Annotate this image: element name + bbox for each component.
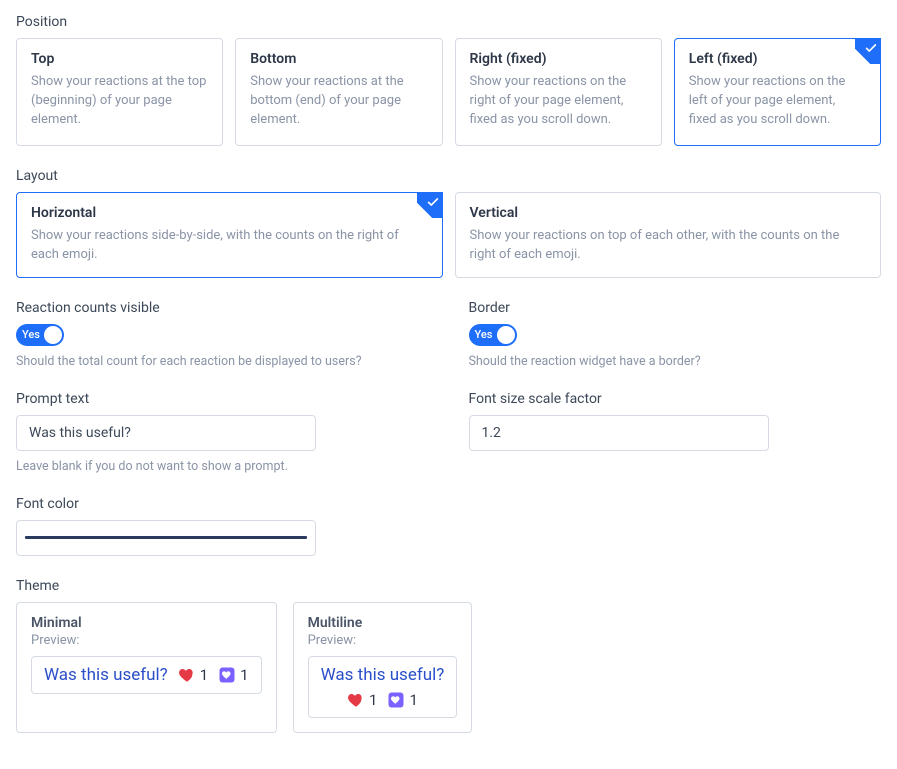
toggle-value-label: Yes bbox=[475, 329, 493, 340]
option-desc: Show your reactions at the bottom (end) … bbox=[250, 73, 427, 130]
theme-section: Theme Minimal Preview: Was this useful? … bbox=[16, 578, 881, 733]
font-color-swatch bbox=[25, 536, 307, 539]
reaction-count: 1 bbox=[409, 691, 417, 709]
layout-option-horizontal[interactable]: Horizontal Show your reactions side-by-s… bbox=[16, 192, 443, 278]
prompt-text-help: Leave blank if you do not want to show a… bbox=[16, 459, 429, 474]
heart-outline-icon bbox=[387, 691, 405, 709]
reaction-heart: 1 bbox=[178, 666, 208, 684]
position-section: Position Top Show your reactions at the … bbox=[16, 14, 881, 146]
option-title: Top bbox=[31, 51, 208, 67]
layout-section: Layout Horizontal Show your reactions si… bbox=[16, 168, 881, 278]
option-title: Vertical bbox=[470, 205, 867, 221]
toggle-value-label: Yes bbox=[22, 329, 40, 340]
prompt-text-input[interactable] bbox=[16, 415, 316, 451]
heart-outline-icon bbox=[218, 666, 236, 684]
reaction-count: 1 bbox=[200, 666, 208, 684]
option-desc: Show your reactions on top of each other… bbox=[470, 227, 867, 265]
theme-options: Minimal Preview: Was this useful? 1 1 Mu… bbox=[16, 602, 881, 733]
theme-title: Multiline bbox=[308, 615, 458, 631]
option-desc: Show your reactions on the left of your … bbox=[689, 73, 866, 130]
counts-visible-help: Should the total count for each reaction… bbox=[16, 354, 429, 369]
option-title: Horizontal bbox=[31, 205, 428, 221]
toggle-knob bbox=[497, 326, 515, 344]
theme-option-multiline[interactable]: Multiline Preview: Was this useful? 1 1 bbox=[293, 602, 473, 733]
position-option-bottom[interactable]: Bottom Show your reactions at the bottom… bbox=[235, 38, 442, 146]
reaction-count: 1 bbox=[240, 666, 248, 684]
theme-preview-label: Preview: bbox=[31, 633, 262, 648]
theme-preview: Was this useful? 1 1 bbox=[308, 656, 458, 718]
reaction-heart: 1 bbox=[347, 691, 377, 709]
heart-filled-icon bbox=[347, 691, 365, 709]
option-desc: Show your reactions at the top (beginnin… bbox=[31, 73, 208, 130]
toggles-row: Reaction counts visible Yes Should the t… bbox=[16, 300, 881, 369]
position-options: Top Show your reactions at the top (begi… bbox=[16, 38, 881, 146]
font-size-input[interactable] bbox=[469, 415, 769, 451]
preview-prompt: Was this useful? bbox=[44, 665, 168, 685]
layout-label: Layout bbox=[16, 168, 881, 184]
font-size-label: Font size scale factor bbox=[469, 391, 882, 407]
position-option-top[interactable]: Top Show your reactions at the top (begi… bbox=[16, 38, 223, 146]
counts-visible-label: Reaction counts visible bbox=[16, 300, 429, 316]
font-color-section: Font color bbox=[16, 496, 881, 556]
border-toggle[interactable]: Yes bbox=[469, 324, 517, 346]
layout-options: Horizontal Show your reactions side-by-s… bbox=[16, 192, 881, 278]
prompt-text-field: Prompt text Leave blank if you do not wa… bbox=[16, 391, 429, 474]
reaction-heart-outline: 1 bbox=[387, 691, 417, 709]
position-option-right-fixed[interactable]: Right (fixed) Show your reactions on the… bbox=[455, 38, 662, 146]
font-color-input[interactable] bbox=[16, 520, 316, 556]
font-size-field: Font size scale factor bbox=[469, 391, 882, 474]
border-field: Border Yes Should the reaction widget ha… bbox=[469, 300, 882, 369]
theme-preview-label: Preview: bbox=[308, 633, 458, 648]
counts-visible-toggle[interactable]: Yes bbox=[16, 324, 64, 346]
position-label: Position bbox=[16, 14, 881, 30]
option-title: Right (fixed) bbox=[470, 51, 647, 67]
border-label: Border bbox=[469, 300, 882, 316]
text-fields-row: Prompt text Leave blank if you do not wa… bbox=[16, 391, 881, 474]
preview-reactions: 1 1 bbox=[347, 691, 418, 709]
prompt-text-label: Prompt text bbox=[16, 391, 429, 407]
option-desc: Show your reactions on the right of your… bbox=[470, 73, 647, 130]
heart-filled-icon bbox=[178, 666, 196, 684]
theme-title: Minimal bbox=[31, 615, 262, 631]
font-color-label: Font color bbox=[16, 496, 881, 512]
option-desc: Show your reactions side-by-side, with t… bbox=[31, 227, 428, 265]
toggle-knob bbox=[44, 326, 62, 344]
border-help: Should the reaction widget have a border… bbox=[469, 354, 882, 369]
theme-preview: Was this useful? 1 1 bbox=[31, 656, 262, 694]
theme-option-minimal[interactable]: Minimal Preview: Was this useful? 1 1 bbox=[16, 602, 277, 733]
preview-prompt: Was this useful? bbox=[321, 665, 445, 685]
reaction-count: 1 bbox=[369, 691, 377, 709]
option-title: Bottom bbox=[250, 51, 427, 67]
preview-reactions: 1 1 bbox=[178, 666, 249, 684]
layout-option-vertical[interactable]: Vertical Show your reactions on top of e… bbox=[455, 192, 882, 278]
option-title: Left (fixed) bbox=[689, 51, 866, 67]
theme-label: Theme bbox=[16, 578, 881, 594]
position-option-left-fixed[interactable]: Left (fixed) Show your reactions on the … bbox=[674, 38, 881, 146]
counts-visible-field: Reaction counts visible Yes Should the t… bbox=[16, 300, 429, 369]
reaction-heart-outline: 1 bbox=[218, 666, 248, 684]
